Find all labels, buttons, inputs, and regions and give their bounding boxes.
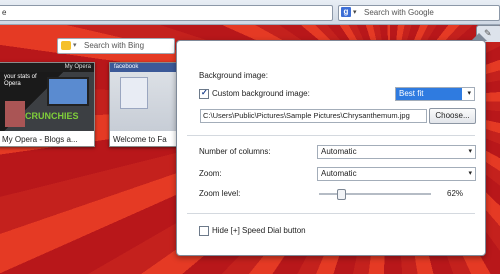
crunchies-badge: CRUNCHIES [25,111,79,121]
background-fit-select[interactable]: Best fit ▾ [395,87,475,101]
divider [187,213,475,214]
address-bar[interactable]: e [0,5,333,21]
zoom-level-slider-thumb[interactable] [337,189,347,200]
address-bar-text: e [2,8,7,17]
chevron-down-icon[interactable]: ▾ [73,41,77,49]
google-icon[interactable]: g [341,7,351,17]
divider [187,135,475,136]
search-placeholder: Search with Google [364,8,434,17]
speed-dial-thumbnail-facebook[interactable]: facebook Welcome to Fa [109,62,181,147]
zoom-value: Automatic [321,169,357,178]
zoom-select[interactable]: Automatic ▾ [317,167,476,181]
columns-value: Automatic [321,147,357,156]
speed-dial-settings-panel: Background image: ✓ Custom background im… [176,33,487,256]
choose-button[interactable]: Choose... [429,108,476,124]
background-path-value: C:\Users\Public\Pictures\Sample Pictures… [203,111,410,120]
check-mark-icon: ✓ [201,88,208,97]
page-search-box[interactable]: ▾ Search with Bing [57,38,175,54]
hide-speed-dial-button-checkbox[interactable] [199,226,209,236]
photo-image [5,101,25,127]
browser-toolbar: e g ▾ Search with Google [0,0,500,25]
columns-label: Number of columns: [199,147,271,156]
thumbnail-caption: My Opera - Blogs a... [2,135,78,144]
zoom-level-slider[interactable] [319,189,431,200]
thumbnail-header-strip: My Opera [0,63,94,72]
custom-background-checkbox[interactable]: ✓ [199,88,209,99]
background-fit-value: Best fit [399,89,424,98]
background-path-field[interactable]: C:\Users\Public\Pictures\Sample Pictures… [200,109,427,123]
bing-icon [61,41,71,50]
facebook-logo: facebook [114,64,139,70]
zoom-level-value: 62% [447,189,464,198]
chevron-down-icon: ▾ [467,90,471,97]
columns-select[interactable]: Automatic ▾ [317,145,476,159]
thumbnail-preview: My Opera your stats of Opera CRUNCHIES [0,63,94,131]
browser-search-box[interactable]: g ▾ Search with Google [338,5,500,21]
chevron-down-icon: ▾ [468,148,472,155]
thumbnail-preview: facebook [110,63,180,131]
page-search-placeholder: Search with Bing [84,41,145,50]
thumbnail-caption: Welcome to Fa [113,135,167,144]
panel-pointer [471,33,487,41]
thumbnail-header-strip: facebook [110,63,180,72]
chevron-down-icon: ▾ [468,170,472,177]
chevron-down-icon[interactable]: ▾ [353,8,357,16]
device-image [120,77,148,109]
thumbnail-headline: your stats of Opera [4,74,37,87]
background-image-heading: Background image: [199,71,268,80]
zoom-level-label: Zoom level: [199,189,241,198]
laptop-image [47,77,89,106]
thumbnail-header-text: My Opera [64,64,91,70]
hide-speed-dial-button-label: Hide [+] Speed Dial button [212,226,306,235]
zoom-label: Zoom: [199,169,222,178]
speed-dial-thumbnail-my-opera[interactable]: My Opera your stats of Opera CRUNCHIES M… [0,62,95,147]
custom-background-label: Custom background image: [212,89,310,98]
